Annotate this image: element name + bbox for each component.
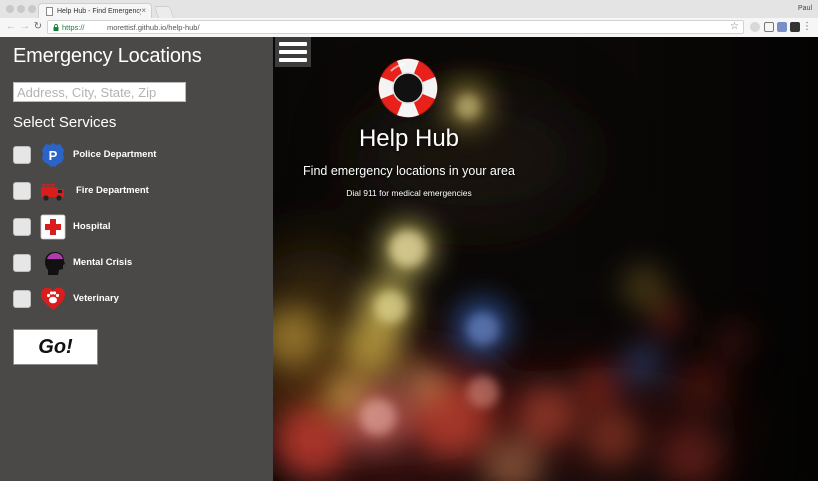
paw-heart-icon <box>41 287 65 310</box>
close-window-icon[interactable] <box>6 5 14 13</box>
service-option-veterinary: Veterinary <box>13 286 213 312</box>
hospital-checkbox[interactable] <box>13 218 31 236</box>
fire-label: Fire Department <box>76 185 149 196</box>
svg-text:P: P <box>49 148 58 163</box>
forward-arrow-icon[interactable]: → <box>19 21 31 33</box>
bookmark-star-icon[interactable]: ☆ <box>730 21 739 33</box>
address-bar[interactable]: https:// morettisf.github.io/help-hub/ ☆ <box>47 20 744 34</box>
emergency-note: Dial 911 for medical emergencies <box>346 188 472 198</box>
profile-name[interactable]: Paul <box>798 4 812 13</box>
service-option-fire: Fire Department <box>13 178 213 204</box>
veterinary-checkbox[interactable] <box>13 290 31 308</box>
url-path: morettisf.github.io/help-hub/ <box>107 23 200 32</box>
extension-box-icon[interactable] <box>790 22 800 32</box>
police-badge-icon: P <box>42 143 64 167</box>
new-tab-button[interactable] <box>153 6 175 18</box>
hospital-cross-icon <box>40 214 66 240</box>
browser-chrome: Help Hub - Find Emergency Lo × Paul ← → … <box>0 0 818 37</box>
minimize-window-icon[interactable] <box>17 5 25 13</box>
service-option-police: P Police Department <box>13 142 213 168</box>
extension-filter-icon[interactable] <box>777 22 787 32</box>
maximize-window-icon[interactable] <box>28 5 36 13</box>
url-scheme: https:// <box>62 23 85 32</box>
tab-close-icon[interactable]: × <box>141 6 146 16</box>
mental-crisis-label: Mental Crisis <box>73 257 133 268</box>
sidebar: Emergency Locations Select Services P Po… <box>0 37 273 481</box>
location-search-input[interactable] <box>13 82 186 102</box>
page-content: Emergency Locations Select Services P Po… <box>0 37 818 481</box>
tab-title: Help Hub - Find Emergency Lo <box>57 8 141 15</box>
browser-tab[interactable]: Help Hub - Find Emergency Lo × <box>38 3 152 18</box>
police-label: Police Department <box>73 149 157 160</box>
fire-checkbox[interactable] <box>13 182 31 200</box>
service-option-hospital: Hospital <box>13 214 213 240</box>
police-checkbox[interactable] <box>13 146 31 164</box>
hamburger-menu-button[interactable] <box>275 37 311 67</box>
hero-title: Help Hub <box>358 125 460 152</box>
veterinary-label: Veterinary <box>73 293 119 304</box>
hero-panel: Help Hub Find emergency locations in you… <box>273 37 818 481</box>
reload-icon[interactable]: ↻ <box>32 21 44 33</box>
sidebar-title: Emergency Locations <box>13 45 202 67</box>
extension-circle-icon[interactable] <box>750 22 760 32</box>
go-button[interactable]: Go! <box>13 329 98 365</box>
page-favicon-icon <box>46 7 53 16</box>
mental-crisis-checkbox[interactable] <box>13 254 31 272</box>
hospital-label: Hospital <box>73 221 111 232</box>
cast-icon[interactable] <box>764 22 774 32</box>
fire-truck-icon <box>41 184 64 201</box>
head-silhouette-icon <box>45 252 65 275</box>
lock-icon <box>53 24 59 31</box>
lifebuoy-logo-icon <box>378 58 438 118</box>
tab-strip: Help Hub - Find Emergency Lo × Paul <box>0 0 818 18</box>
services-heading: Select Services <box>13 114 117 131</box>
browser-menu-icon[interactable]: ⋮ <box>802 21 812 33</box>
service-option-mental-crisis: Mental Crisis <box>13 250 213 276</box>
bokeh-background-image <box>273 37 818 481</box>
hero-subtitle: Find emergency locations in your area <box>303 164 515 178</box>
browser-toolbar: ← → ↻ https:// morettisf.github.io/help-… <box>0 18 818 37</box>
back-arrow-icon[interactable]: ← <box>5 21 17 33</box>
